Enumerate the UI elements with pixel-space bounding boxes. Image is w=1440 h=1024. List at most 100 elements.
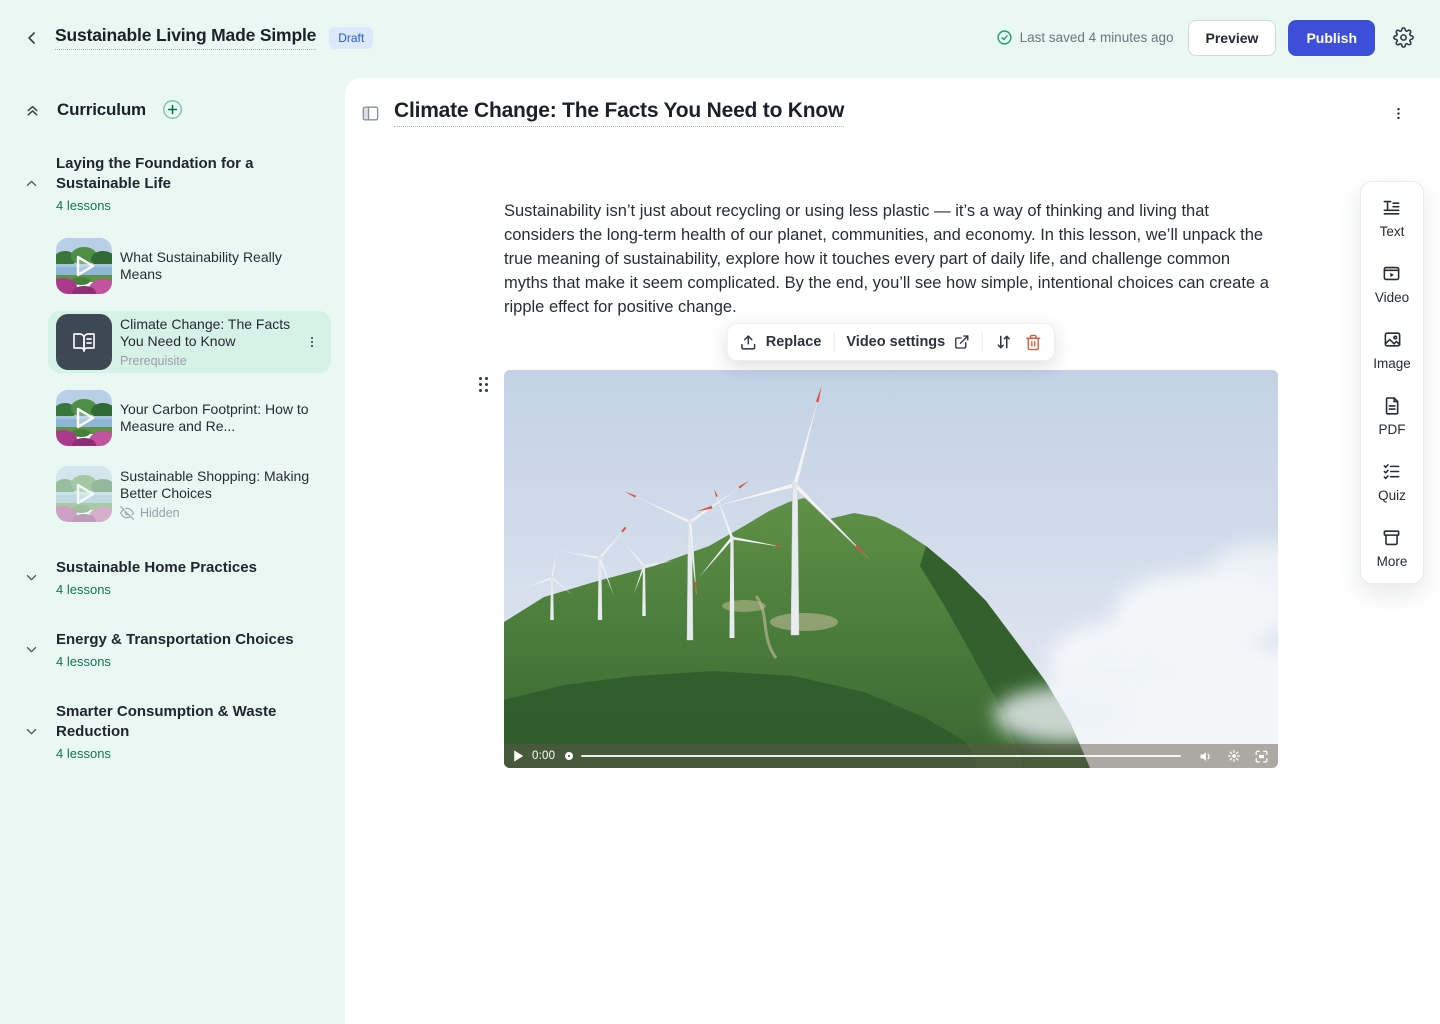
video-time: 0:00 xyxy=(532,750,555,762)
video-frame-wind-turbines xyxy=(504,370,1278,768)
lesson-title: Climate Change: The Facts You Need to Kn… xyxy=(120,316,293,350)
lesson-list: What Sustainability Really Means Climate… xyxy=(24,235,331,525)
video-block-toolbar: Replace Video settings xyxy=(727,323,1055,361)
reading-lesson-tile xyxy=(56,314,112,370)
player-settings-icon xyxy=(1227,749,1241,763)
palette-item-video[interactable]: Video xyxy=(1375,264,1409,330)
lesson-item-sustainable-shopping[interactable]: Sustainable Shopping: Making Better Choi… xyxy=(48,463,331,525)
lesson-meta: Prerequisite xyxy=(120,354,293,368)
play-icon xyxy=(513,750,524,762)
kebab-icon xyxy=(305,335,319,349)
video-settings-button[interactable]: Video settings xyxy=(846,334,970,350)
section-title: Smarter Consumption & Waste Reduction xyxy=(56,702,296,742)
video-thumbnail xyxy=(56,238,112,294)
add-section-button[interactable] xyxy=(162,99,183,120)
palette-item-pdf[interactable]: PDF xyxy=(1379,396,1406,462)
block-palette: Text Video Image PDF Quiz More xyxy=(1360,181,1424,584)
section-header[interactable]: Sustainable Home Practices 4 lessons xyxy=(24,558,331,597)
chevron-down-icon[interactable] xyxy=(24,642,40,657)
lesson-header: Climate Change: The Facts You Need to Kn… xyxy=(345,78,1440,127)
lesson-menu-button[interactable] xyxy=(301,331,323,353)
lesson-item-what-sustainability[interactable]: What Sustainability Really Means xyxy=(48,235,331,297)
section-title: Energy & Transportation Choices xyxy=(56,630,294,650)
section-lesson-count: 4 lessons xyxy=(56,198,296,213)
fullscreen-button[interactable] xyxy=(1254,749,1269,764)
course-title[interactable]: Sustainable Living Made Simple xyxy=(55,25,316,50)
video-thumbnail-hidden xyxy=(56,466,112,522)
reorder-block-button[interactable] xyxy=(995,333,1013,351)
intro-paragraph[interactable]: Sustainability isn’t just about recyclin… xyxy=(504,199,1278,319)
volume-icon xyxy=(1199,749,1214,764)
section-sustainable-home: Sustainable Home Practices 4 lessons xyxy=(24,558,331,597)
video-icon xyxy=(1382,264,1401,283)
palette-label: Text xyxy=(1380,224,1405,239)
video-player[interactable]: 0:00 xyxy=(504,370,1278,768)
palette-item-quiz[interactable]: Quiz xyxy=(1378,462,1406,528)
palette-item-image[interactable]: Image xyxy=(1373,330,1411,396)
preview-button[interactable]: Preview xyxy=(1188,20,1277,56)
section-lesson-count: 4 lessons xyxy=(56,654,294,669)
section-header[interactable]: Laying the Foundation for a Sustainable … xyxy=(24,154,331,213)
collapse-all-button[interactable] xyxy=(24,101,41,118)
video-controls: 0:00 xyxy=(504,744,1278,768)
palette-label: More xyxy=(1377,554,1408,569)
lesson-menu-button[interactable] xyxy=(1387,102,1410,125)
volume-button[interactable] xyxy=(1199,749,1214,764)
text-icon xyxy=(1382,198,1401,217)
section-laying-the-foundation: Laying the Foundation for a Sustainable … xyxy=(24,154,331,525)
play-button[interactable] xyxy=(513,750,524,762)
check-circle-icon xyxy=(996,29,1013,46)
image-icon xyxy=(1383,330,1402,349)
drag-handle-icon[interactable] xyxy=(478,376,489,393)
video-thumbnail xyxy=(56,390,112,446)
palette-label: Video xyxy=(1375,290,1409,305)
toggle-sidebar-button[interactable] xyxy=(361,104,380,123)
video-settings-label: Video settings xyxy=(846,334,945,350)
back-button[interactable] xyxy=(22,28,42,48)
section-smarter-consumption: Smarter Consumption & Waste Reduction 4 … xyxy=(24,702,331,761)
replace-button[interactable]: Replace xyxy=(740,334,822,351)
palette-label: Quiz xyxy=(1378,488,1406,503)
chevron-down-icon[interactable] xyxy=(24,724,40,739)
lesson-item-climate-change[interactable]: Climate Change: The Facts You Need to Kn… xyxy=(48,311,331,373)
section-energy-transportation: Energy & Transportation Choices 4 lesson… xyxy=(24,630,331,669)
palette-item-more[interactable]: More xyxy=(1377,528,1408,579)
plus-circle-icon xyxy=(162,99,183,120)
trash-icon xyxy=(1025,334,1042,351)
lesson-item-carbon-footprint[interactable]: Your Carbon Footprint: How to Measure an… xyxy=(48,387,331,449)
chevron-up-icon[interactable] xyxy=(24,176,40,191)
palette-item-text[interactable]: Text xyxy=(1380,198,1405,264)
arrows-down-up-icon xyxy=(995,333,1013,351)
video-block: 0:00 xyxy=(504,370,1278,768)
topbar-actions: Last saved 4 minutes ago Preview Publish xyxy=(996,20,1414,56)
section-lesson-count: 4 lessons xyxy=(56,746,296,761)
pdf-icon xyxy=(1383,396,1402,415)
lesson-page-title[interactable]: Climate Change: The Facts You Need to Kn… xyxy=(394,99,844,127)
scrubber-knob[interactable] xyxy=(565,752,573,760)
section-header[interactable]: Energy & Transportation Choices 4 lesson… xyxy=(24,630,331,669)
publish-button[interactable]: Publish xyxy=(1288,20,1375,56)
upload-icon xyxy=(740,334,757,351)
player-settings-button[interactable] xyxy=(1227,749,1241,763)
replace-label: Replace xyxy=(766,334,822,350)
section-header[interactable]: Smarter Consumption & Waste Reduction 4 … xyxy=(24,702,331,761)
delete-block-button[interactable] xyxy=(1025,334,1042,351)
panel-layout-icon xyxy=(361,104,380,123)
progress-track[interactable] xyxy=(581,755,1181,758)
lesson-content: Sustainability isn’t just about recyclin… xyxy=(504,199,1278,319)
settings-button[interactable] xyxy=(1393,27,1414,48)
chevron-down-icon[interactable] xyxy=(24,570,40,585)
save-status: Last saved 4 minutes ago xyxy=(996,29,1174,46)
curriculum-header: Curriculum xyxy=(0,75,345,120)
book-open-icon xyxy=(72,330,96,354)
quiz-icon xyxy=(1382,462,1401,481)
section-lesson-count: 4 lessons xyxy=(56,582,257,597)
curriculum-sidebar: Curriculum Laying the Foundation for a S… xyxy=(0,75,345,1024)
gear-icon xyxy=(1393,27,1414,48)
eye-off-icon xyxy=(120,506,134,520)
lesson-meta: Hidden xyxy=(120,506,323,520)
palette-label: Image xyxy=(1373,356,1411,371)
chevrons-up-icon xyxy=(24,101,41,118)
fullscreen-icon xyxy=(1254,749,1269,764)
divider xyxy=(982,332,983,352)
